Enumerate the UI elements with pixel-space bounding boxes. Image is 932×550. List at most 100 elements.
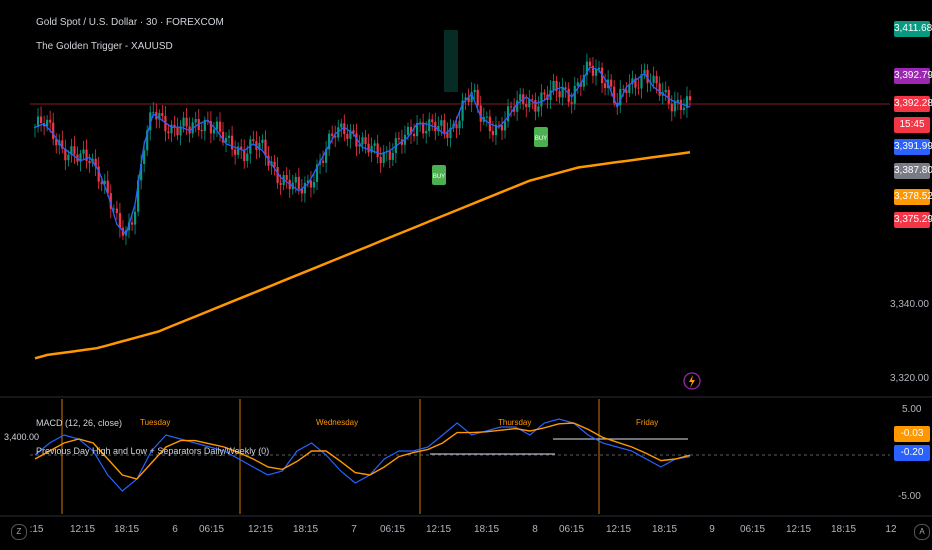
candle-body	[261, 139, 264, 144]
time-axis-label: 12:15	[426, 524, 452, 535]
candle-body	[273, 161, 276, 167]
candle-body	[112, 208, 115, 210]
separator-legend: Previous Day High and Low + Separators D…	[36, 446, 270, 456]
candle-body	[655, 75, 658, 84]
candle-body	[73, 146, 76, 155]
candle-body	[622, 88, 625, 90]
candle-body	[597, 67, 601, 70]
candle-body	[506, 106, 510, 122]
candle-body	[561, 87, 564, 98]
candle-body	[637, 87, 640, 89]
candle-body	[679, 99, 683, 110]
candle-body	[246, 153, 249, 161]
time-axis-label: 12:15	[70, 524, 96, 535]
candle-body	[331, 133, 334, 136]
candle-body	[664, 89, 667, 93]
time-axis-label: 9	[709, 524, 715, 535]
candle-body	[388, 151, 391, 160]
day-separators	[61, 399, 600, 514]
candle-body	[652, 75, 655, 83]
indicator-title: The Golden Trigger - XAUUSD	[36, 41, 173, 52]
candle-body	[361, 137, 364, 145]
day-label-wednesday: Wednesday	[316, 418, 359, 427]
candle-body	[594, 69, 598, 76]
candle-body	[227, 135, 231, 138]
candle-body	[88, 160, 91, 164]
candle-body	[182, 117, 185, 127]
price-tag-countdown: 15:45	[894, 117, 930, 133]
candle-body	[455, 124, 458, 129]
day-label-thursday: Thursday	[498, 418, 532, 427]
time-axis-label: 18:15	[652, 524, 678, 535]
price-tag-slow-ma: 3,378.52	[894, 189, 932, 205]
candle-body	[682, 107, 686, 110]
macd-legend: MACD (12, 26, close)	[36, 418, 123, 428]
candle-body	[446, 132, 449, 138]
candle-body	[309, 180, 313, 188]
candle-body	[440, 120, 443, 126]
candle-body	[218, 121, 222, 132]
candle-body	[364, 137, 367, 144]
candle-body	[406, 126, 410, 135]
candle-body	[340, 123, 343, 128]
candle-body	[152, 111, 155, 113]
candle-body	[540, 92, 543, 107]
candle-body	[625, 89, 628, 93]
price-axis-label: 3,340.00	[890, 299, 929, 310]
candle-body	[485, 116, 488, 118]
candle-body	[297, 176, 300, 189]
candle-body	[234, 149, 237, 155]
candle-body	[552, 81, 555, 91]
candle-body	[285, 175, 288, 180]
candle-body	[431, 119, 434, 123]
lightning-icon[interactable]	[683, 372, 701, 390]
candle-body	[212, 129, 216, 134]
time-axis-label: 12:15	[248, 524, 274, 535]
time-axis-label: 18:15	[474, 524, 500, 535]
candle-body	[215, 121, 219, 130]
candle-body	[570, 102, 573, 104]
candle-body	[279, 183, 282, 185]
candle-body	[231, 135, 234, 150]
candle-body	[252, 139, 255, 142]
macd-value-tag: -0.20	[894, 445, 930, 461]
candle-body	[564, 87, 567, 89]
candle-body	[603, 83, 607, 89]
candle-body	[194, 119, 197, 123]
candle-body	[343, 123, 346, 135]
candle-body	[503, 121, 507, 131]
lower-left-value: 3,400.00	[4, 432, 40, 442]
time-axis-label: 06:15	[559, 524, 585, 535]
price-axis-label: 3,320.00	[890, 373, 929, 384]
chart-canvas[interactable]: BUY BUY	[0, 0, 932, 550]
candle-body	[610, 79, 613, 87]
time-axis-label: 18:15	[114, 524, 140, 535]
buy-signal-label: BUY	[433, 174, 445, 180]
candle-body	[39, 116, 43, 124]
slow-ma-line	[34, 151, 691, 360]
macd-axis-label: -5.00	[898, 491, 921, 502]
candle-body	[49, 119, 52, 123]
candle-body	[118, 213, 122, 228]
time-axis-label: 8	[532, 524, 538, 535]
symbol-title: Gold Spot / U.S. Dollar · 30 · FOREXCOM	[36, 17, 224, 28]
candle-body	[133, 211, 137, 225]
candle-body	[576, 82, 579, 86]
price-tag-gray: 3,387.80	[894, 163, 932, 179]
candle-body	[67, 154, 70, 161]
day-label-friday: Friday	[636, 418, 659, 427]
candle-body	[391, 152, 394, 160]
macd-axis-label: 5.00	[902, 404, 922, 415]
candle-body	[476, 89, 479, 106]
auto-scale-button[interactable]: A	[914, 524, 930, 540]
price-tag-fast-ma: 3,391.99	[894, 139, 932, 155]
candle-body	[200, 130, 203, 132]
candle-body	[161, 113, 164, 117]
zoom-button[interactable]: Z	[11, 524, 27, 540]
candle-body	[688, 96, 692, 101]
time-axis-label: 7	[351, 524, 357, 535]
candle-body	[185, 117, 188, 127]
time-axis-label: 06:15	[740, 524, 766, 535]
time-axis-label: 18:15	[831, 524, 857, 535]
candle-body	[115, 208, 118, 214]
